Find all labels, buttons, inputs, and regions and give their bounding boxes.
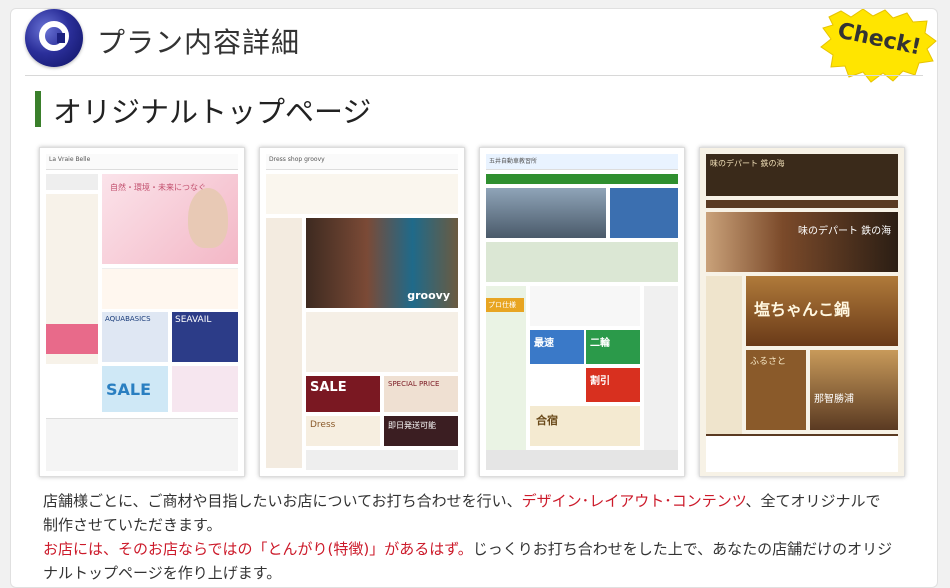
thumb-right-column [644,286,678,466]
header-divider [25,75,923,76]
thumb-banner-3: 即日発送可能 [384,416,458,446]
caption-line-1: 店舗様ごとに、ご商材や目指したいお店についてお打ち合わせを行い、デザイン ･レイア… [43,489,923,513]
thumb-hero-figure [188,188,228,248]
thumb-banner-2: SPECIAL PRICE [384,376,458,412]
thumb-footer [306,450,458,470]
thumb-site-name: 五井自動車教習所 [486,154,678,170]
thumb-site-name: Dress shop groovy [266,154,458,170]
thumb-hero-image [486,188,606,238]
description-text: 店舗様ごとに、ご商材や目指したいお店についてお打ち合わせを行い、デザイン ･レイア… [43,489,923,585]
highlight-design: デザイン [521,492,582,510]
thumbnail-food-site[interactable]: 味のデパート 鉄の海 味のデパート 鉄の海 塩ちゃんこ鍋 ふるさと 那智勝浦 [699,147,905,477]
thumb-banner-2: SEAVAIL [172,312,238,362]
thumbnail-cosmetics-site[interactable]: La Vraie Belle 自然・環境・未来につなぐ AQUABASICS S… [39,147,245,477]
thumb-nav [46,174,98,190]
thumb-hero-image: 味のデパート 鉄の海 [706,212,898,272]
check-badge: Check! [819,9,937,83]
thumb-hero-panel [610,188,678,238]
thumb-banner-4: 合宿 [530,406,640,446]
moon-logo-icon [25,9,83,67]
thumb-banner-1: SALE [306,376,380,412]
thumbnail-gallery: La Vraie Belle 自然・環境・未来につなぐ AQUABASICS S… [39,147,919,477]
thumb-header-area [266,174,458,214]
thumb-banner-1: 塩ちゃんこ鍋 [746,276,898,346]
caption-line-3: お店には、そのお店ならではの「とんがり(特徴)」があるはず。じっくりお打ち合わせ… [43,537,923,561]
thumbnail-driving-school-site[interactable]: 五井自動車教習所 プロ仕様 最速 二輪 割引 合宿 [479,147,685,477]
thumb-hero-tagline: 自然・環境・未来につなぐ [110,183,206,192]
thumb-banner-2: ふるさと [746,350,806,430]
heading-accent-bar [35,91,41,127]
thumb-nav [706,200,898,208]
thumb-banner-3: 那智勝浦 [810,350,898,430]
section-subtitle: オリジナルトップページ [53,95,372,129]
caption-line-2: 制作させていただきます。 [43,516,222,534]
thumb-nav [486,174,678,184]
caption-text: じっくりお打ち合わせをした上で、あなたの店舗だけのオリジ [472,540,893,558]
thumb-product-row [306,312,458,372]
thumb-news [102,268,238,309]
panel-header: プラン内容詳細 Check! [11,9,937,83]
thumb-sidebar [486,286,526,466]
thumbnail-dress-site[interactable]: Dress shop groovy groovy SALE SPECIAL PR… [259,147,465,477]
thumb-banner-2: 二輪 [586,330,640,364]
caption-text: 店舗様ごとに、ご商材や目指したいお店についてお打ち合わせを行い、 [43,492,522,510]
highlight-layout: レイアウト [589,492,665,510]
thumb-banner-4: Dress [306,416,380,446]
caption-text: 、全てオリジナルで [745,492,881,510]
thumb-calendar [46,324,98,354]
thumb-hero-image: groovy [306,218,458,308]
thumb-footer [486,450,678,470]
thumb-banner-1: AQUABASICS [102,312,168,362]
thumb-hero-tagline: groovy [407,289,450,302]
highlight-tongari: お店には、そのお店ならではの「とんがり(特徴)」があるはず。 [43,540,473,558]
plan-detail-panel: プラン内容詳細 Check! オリジナルトップページ La Vraie Bell… [10,8,938,588]
page-title: プラン内容詳細 [97,26,301,59]
thumb-hero-tagline: 味のデパート 鉄の海 [798,226,892,237]
thumb-sidebar [266,218,302,468]
thumb-site-name: 味のデパート 鉄の海 [706,154,898,196]
thumb-news [530,286,640,326]
highlight-contents: コンテンツ [671,492,746,510]
thumb-footer [706,434,898,472]
caption-separator: ･ [664,492,672,510]
thumb-banner-3: SALE [102,366,168,412]
thumb-banner-1: 最速 [530,330,584,364]
thumb-badge: プロ仕様 [486,298,524,312]
thumb-banner-3: 割引 [586,368,640,402]
thumb-footer [46,418,238,471]
thumb-banner-4 [172,366,238,412]
caption-line-4: ナルトップページを作り上げます。 [43,564,282,582]
thumb-hero-image: 自然・環境・未来につなぐ [102,174,238,264]
thumb-photo-strip [486,242,678,282]
thumb-site-name: La Vraie Belle [46,154,238,170]
